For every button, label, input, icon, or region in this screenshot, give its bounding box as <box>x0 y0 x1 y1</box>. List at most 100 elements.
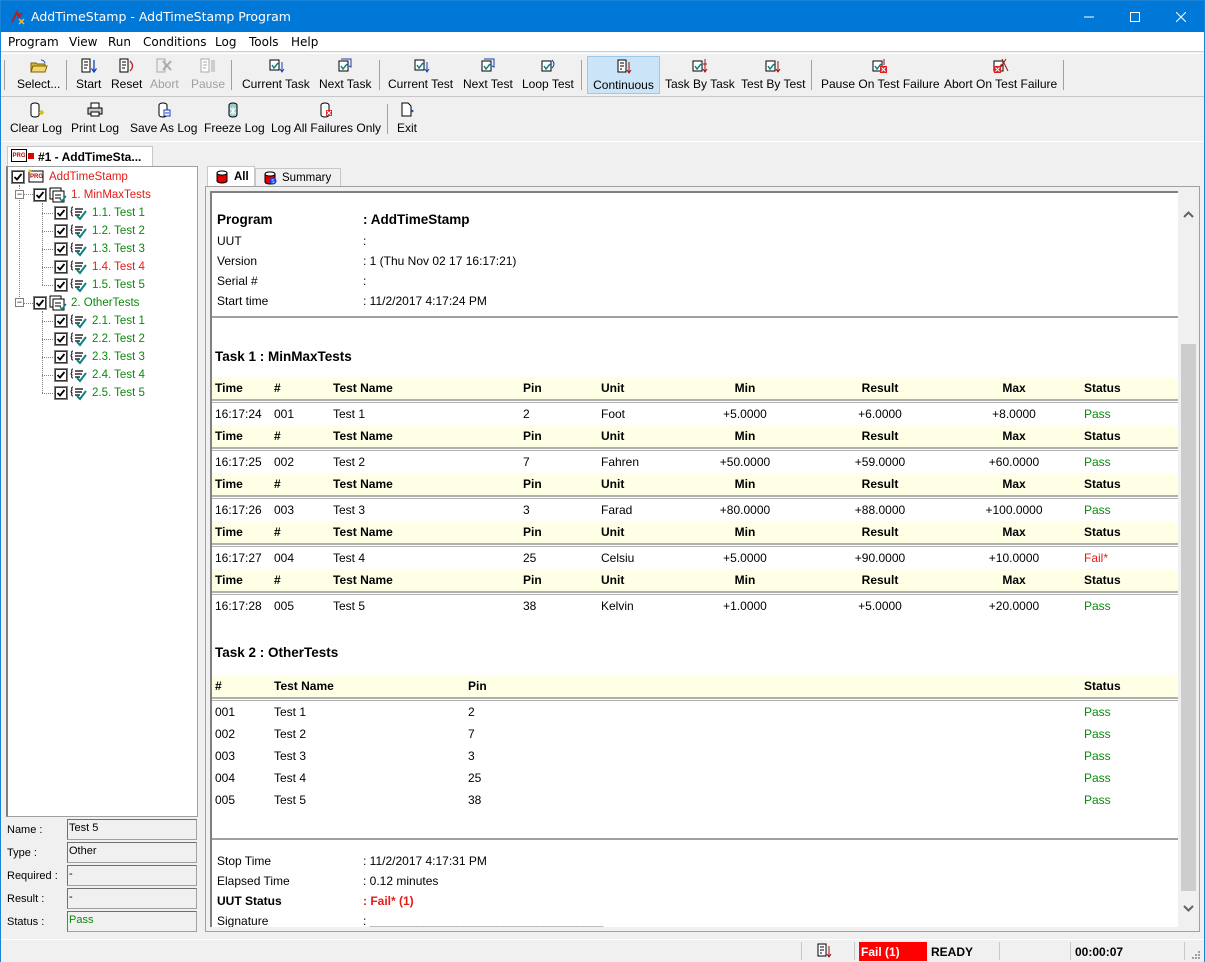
menu-view[interactable]: View <box>69 35 97 49</box>
checkbox[interactable] <box>34 189 46 201</box>
pause-on-failure-button[interactable]: Pause On Test Failure <box>818 56 943 94</box>
save-as-log-button[interactable]: Save As Log <box>127 100 200 138</box>
app-logo-icon <box>11 9 25 25</box>
menu-help[interactable]: Help <box>291 35 318 49</box>
svg-text:PRG: PRG <box>30 174 43 180</box>
checkbox[interactable] <box>55 243 67 255</box>
table-cell: 25 <box>468 771 482 785</box>
toolbar-grip[interactable] <box>4 60 5 90</box>
divider <box>212 838 1178 840</box>
exit-button[interactable]: Exit <box>394 100 420 138</box>
tree-test-node[interactable]: 2.4. Test 4 <box>55 366 145 384</box>
close-button[interactable] <box>1158 1 1204 32</box>
table-cell: 005 <box>215 793 236 807</box>
report-uut-label: UUT <box>217 234 242 248</box>
start-button[interactable]: Start <box>73 56 104 94</box>
clear-log-button[interactable]: Clear Log <box>7 100 65 138</box>
checkbox[interactable] <box>55 207 67 219</box>
report-serial-value: : <box>363 274 367 288</box>
column-header: Result <box>861 429 899 443</box>
column-header: Min <box>734 573 756 587</box>
next-task-button[interactable]: Next Task <box>316 56 374 94</box>
report-uut-status-label: UUT Status <box>217 894 282 908</box>
app-window: AddTimeStamp - AddTimeStamp Program Prog… <box>0 0 1205 962</box>
loop-test-button[interactable]: Loop Test <box>519 56 577 94</box>
column-header: # <box>274 477 281 491</box>
checkbox[interactable] <box>55 279 67 291</box>
test-by-test-button[interactable]: Test By Test <box>738 56 808 94</box>
abort-icon <box>156 58 173 73</box>
tree-test-node[interactable]: 1.3. Test 3 <box>55 240 145 258</box>
checkbox[interactable] <box>55 333 67 345</box>
report-scrollbar[interactable] <box>1180 191 1197 927</box>
scroll-thumb[interactable] <box>1181 344 1196 891</box>
scroll-down-button[interactable] <box>1182 901 1195 915</box>
continuous-button[interactable]: Continuous <box>587 56 660 94</box>
tree-test-node[interactable]: 2.2. Test 2 <box>55 330 145 348</box>
table-cell: 3 <box>468 749 475 763</box>
tree-task-node[interactable]: 1. MinMaxTests <box>34 186 151 204</box>
tree-test-node[interactable]: 1.1. Test 1 <box>55 204 145 222</box>
current-test-label: Current Test <box>388 77 454 91</box>
abort-button[interactable]: Abort <box>147 56 182 94</box>
report-uut-status-value: : Fail* (1) <box>363 894 414 908</box>
continuous-label: Continuous <box>593 78 654 92</box>
task-by-task-button[interactable]: Task By Task <box>662 56 738 94</box>
tree-test-node[interactable]: 1.5. Test 5 <box>55 276 145 294</box>
menu-program[interactable]: Program <box>8 35 59 49</box>
tree-root-node[interactable]: PRG AddTimeStamp <box>12 168 128 186</box>
next-test-button[interactable]: Next Test <box>460 56 516 94</box>
tree-test-label: 2.2. Test 2 <box>92 333 145 345</box>
tree-test-node[interactable]: 2.1. Test 1 <box>55 312 145 330</box>
tree-test-node[interactable]: 1.4. Test 4 <box>55 258 145 276</box>
tab-summary[interactable]: S Summary <box>255 168 341 186</box>
column-header: Test Name <box>333 525 393 539</box>
table-cell: +80.0000 <box>719 503 771 517</box>
current-task-button[interactable]: Current Task <box>239 56 313 94</box>
menu-run[interactable]: Run <box>108 35 131 49</box>
checkbox[interactable] <box>55 315 67 327</box>
printer-icon <box>87 102 103 117</box>
log-all-failures-button[interactable]: Log All Failures Only <box>268 100 384 138</box>
menu-tools[interactable]: Tools <box>249 35 279 49</box>
reset-button[interactable]: Reset <box>108 56 145 94</box>
checkbox[interactable] <box>55 369 67 381</box>
pause-button[interactable]: Pause <box>188 56 228 94</box>
minimize-button[interactable] <box>1066 1 1112 32</box>
tree-task-node[interactable]: 2. OtherTests <box>34 294 139 312</box>
print-log-button[interactable]: Print Log <box>68 100 122 138</box>
table-cell: Test 5 <box>274 793 307 807</box>
checkbox[interactable] <box>34 297 46 309</box>
table-cell: 2 <box>523 407 530 421</box>
table-cell: Kelvin <box>601 599 634 613</box>
tab-all[interactable]: All <box>207 166 255 187</box>
test-icon <box>70 260 87 275</box>
abort-on-failure-button[interactable]: Abort On Test Failure <box>941 56 1060 94</box>
tree-test-node[interactable]: 2.5. Test 5 <box>55 384 145 402</box>
current-test-button[interactable]: Current Test <box>385 56 456 94</box>
table-cell: 002 <box>274 455 295 469</box>
table-cell: Test 2 <box>274 727 307 741</box>
column-header: Result <box>861 477 899 491</box>
table-cell: Farad <box>601 503 633 517</box>
collapse-toggle[interactable]: − <box>15 298 24 307</box>
checkbox[interactable] <box>12 171 24 183</box>
table-cell: 7 <box>523 455 530 469</box>
checkbox[interactable] <box>55 225 67 237</box>
freeze-log-button[interactable]: Freeze Log <box>201 100 268 138</box>
menu-log[interactable]: Log <box>215 35 236 49</box>
collapse-toggle[interactable]: − <box>15 190 24 199</box>
tree-test-node[interactable]: 2.3. Test 3 <box>55 348 145 366</box>
checkbox[interactable] <box>55 387 67 399</box>
test-icon <box>70 368 87 383</box>
resize-grip-icon[interactable] <box>1191 950 1201 960</box>
checkbox[interactable] <box>55 351 67 363</box>
tree-test-node[interactable]: 1.2. Test 2 <box>55 222 145 240</box>
menu-conditions[interactable]: Conditions <box>143 35 207 49</box>
maximize-button[interactable] <box>1112 1 1158 32</box>
column-header: Result <box>861 381 899 395</box>
scroll-up-button[interactable] <box>1182 207 1195 221</box>
checkbox[interactable] <box>55 261 67 273</box>
program-document-tab[interactable]: PRG #1 - AddTimeSta... <box>7 146 153 166</box>
select-button[interactable]: Select... <box>14 56 63 94</box>
